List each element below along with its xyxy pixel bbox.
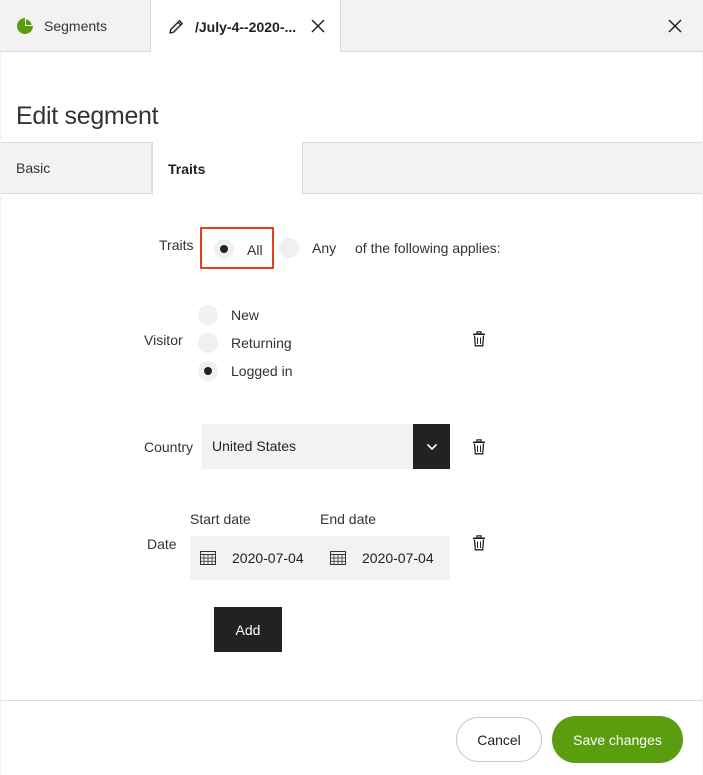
visitor-logged-in-label[interactable]: Logged in [231, 363, 293, 379]
save-changes-button[interactable]: Save changes [552, 716, 683, 763]
calendar-icon [200, 551, 216, 565]
visitor-new-radio[interactable] [198, 305, 218, 325]
country-label: Country [144, 439, 194, 455]
traits-any-label[interactable]: Any [312, 240, 336, 256]
pencil-icon [169, 19, 183, 34]
country-value: United States [212, 438, 297, 454]
visitor-logged-in-radio[interactable] [198, 361, 218, 381]
tab-basic[interactable]: Basic [1, 143, 152, 193]
tab-bar: Segments /July-4--2020-... [0, 0, 703, 53]
tab-traits[interactable]: Traits [152, 142, 303, 195]
traits-label: Traits [159, 237, 194, 253]
traits-all-label[interactable]: All [247, 242, 263, 258]
visitor-new-label[interactable]: New [231, 307, 259, 323]
page-title: Edit segment [16, 102, 159, 130]
traits-suffix: of the following applies: [355, 240, 501, 256]
close-icon[interactable] [665, 16, 685, 36]
trash-icon[interactable] [472, 331, 486, 347]
chevron-down-icon [426, 443, 437, 450]
tab-segments-label: Segments [44, 17, 108, 34]
visitor-label: Visitor [144, 332, 183, 348]
close-icon[interactable] [308, 16, 328, 36]
end-date-field[interactable]: 2020-07-04 [330, 536, 460, 580]
visitor-returning-radio[interactable] [198, 333, 218, 353]
calendar-icon [330, 551, 346, 565]
selection-highlight [200, 227, 274, 269]
trash-icon[interactable] [472, 535, 486, 551]
start-date-value: 2020-07-04 [232, 550, 304, 566]
date-label: Date [147, 536, 177, 552]
start-date-field[interactable]: 2020-07-04 [200, 536, 330, 580]
subtab-bar: Basic Traits [1, 142, 702, 195]
traits-any-radio[interactable] [279, 238, 299, 258]
country-select[interactable]: United States [202, 424, 450, 469]
tab-edit-label: /July-4--2020-... [195, 18, 297, 35]
visitor-returning-label[interactable]: Returning [231, 335, 292, 351]
country-dropdown-button[interactable] [413, 424, 450, 469]
traits-all-radio[interactable] [214, 239, 234, 259]
start-date-label: Start date [190, 511, 251, 527]
date-range: 2020-07-04 2020-07-04 [190, 536, 450, 580]
cancel-button[interactable]: Cancel [456, 717, 542, 762]
add-button[interactable]: Add [214, 607, 282, 652]
tab-segments[interactable]: Segments [0, 0, 151, 51]
end-date-label: End date [320, 511, 377, 527]
tab-edit-segment[interactable]: /July-4--2020-... [151, 0, 341, 53]
trash-icon[interactable] [472, 439, 486, 455]
pie-chart-icon [17, 17, 33, 34]
end-date-value: 2020-07-04 [362, 550, 434, 566]
